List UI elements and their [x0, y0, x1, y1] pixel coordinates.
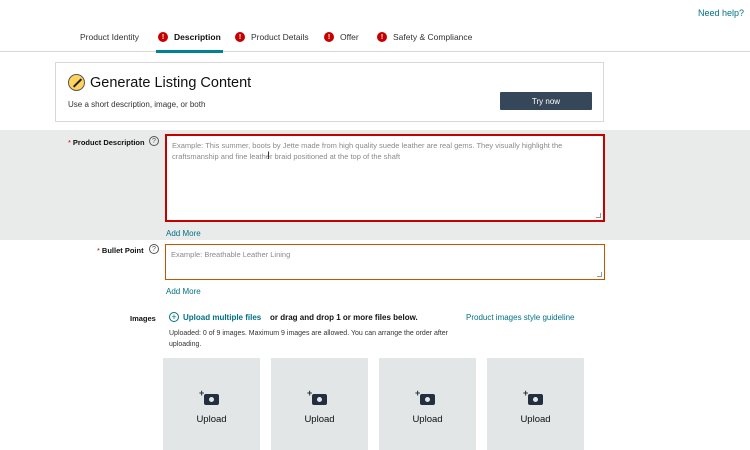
tab-label: Safety & Compliance: [393, 32, 473, 42]
product-description-label-text: Product Description: [72, 138, 145, 147]
upload-label: Upload: [196, 414, 227, 425]
error-icon: !: [377, 32, 387, 42]
required-marker: *: [97, 246, 100, 255]
bullet-point-input[interactable]: Example: Breathable Leather Lining: [165, 244, 605, 280]
help-icon[interactable]: ?: [149, 244, 159, 254]
upload-label: Upload: [304, 414, 335, 425]
bullet-point-label-text: Bullet Point: [101, 246, 144, 255]
bullet-point-placeholder: Example: Breathable Leather Lining: [171, 250, 291, 259]
product-description-placeholder: Example: This summer, boots by Jette mad…: [172, 141, 563, 161]
generate-listing-title: Generate Listing Content: [90, 75, 252, 91]
tab-label: Product Identity: [80, 32, 140, 42]
add-more-bullet-link[interactable]: Add More: [166, 287, 201, 296]
error-icon: !: [158, 32, 168, 42]
listing-page: Need help? Product Identity ! Descriptio…: [0, 0, 750, 450]
resize-handle-icon[interactable]: [596, 213, 601, 218]
drag-drop-instruction: or drag and drop 1 or more files below.: [270, 313, 418, 322]
product-description-textarea[interactable]: Example: This summer, boots by Jette mad…: [165, 134, 605, 222]
images-upload-status: Uploaded: 0 of 9 images. Maximum 9 image…: [169, 330, 448, 348]
help-icon[interactable]: ?: [149, 136, 159, 146]
images-label: Images: [130, 314, 156, 323]
tab-description[interactable]: ! Description: [156, 22, 223, 53]
upload-multiple-files-link[interactable]: + Upload multiple files: [169, 312, 261, 322]
image-upload-tile[interactable]: + Upload: [271, 358, 368, 450]
camera-icon: [528, 394, 543, 405]
magic-wand-icon: [68, 74, 85, 91]
image-upload-tile[interactable]: + Upload: [487, 358, 584, 450]
tab-label: Offer: [340, 32, 359, 42]
add-more-description-link[interactable]: Add More: [166, 229, 201, 238]
plus-circle-icon: +: [169, 312, 179, 322]
upload-label: Upload: [412, 414, 443, 425]
tab-offer[interactable]: ! Offer: [324, 22, 359, 52]
product-description-label: * Product Description: [68, 138, 145, 147]
bullet-point-label: * Bullet Point: [97, 246, 144, 255]
required-marker: *: [68, 138, 71, 147]
need-help-link[interactable]: Need help?: [698, 8, 744, 18]
camera-icon: [204, 394, 219, 405]
image-upload-tile[interactable]: + Upload: [379, 358, 476, 450]
camera-icon: [420, 394, 435, 405]
upload-multiple-files-label: Upload multiple files: [183, 312, 262, 322]
image-upload-tile[interactable]: + Upload: [163, 358, 260, 450]
image-style-guideline-link[interactable]: Product images style guideline: [466, 313, 575, 322]
upload-label: Upload: [520, 414, 551, 425]
camera-icon: [312, 394, 327, 405]
tab-safety-compliance[interactable]: ! Safety & Compliance: [377, 22, 472, 52]
tab-bar: Product Identity ! Description ! Product…: [0, 22, 750, 53]
tab-product-details[interactable]: ! Product Details: [235, 22, 309, 52]
tab-label: Description: [174, 32, 221, 42]
error-icon: !: [235, 32, 245, 42]
try-now-button[interactable]: Try now: [500, 92, 592, 110]
tab-product-identity[interactable]: Product Identity: [80, 22, 139, 52]
text-cursor-icon: I: [267, 150, 271, 162]
resize-handle-icon[interactable]: [597, 272, 602, 277]
generate-listing-subtitle: Use a short description, image, or both: [68, 100, 206, 109]
error-icon: !: [324, 32, 334, 42]
tab-label: Product Details: [251, 32, 309, 42]
generate-listing-card: Generate Listing Content Use a short des…: [55, 62, 604, 122]
